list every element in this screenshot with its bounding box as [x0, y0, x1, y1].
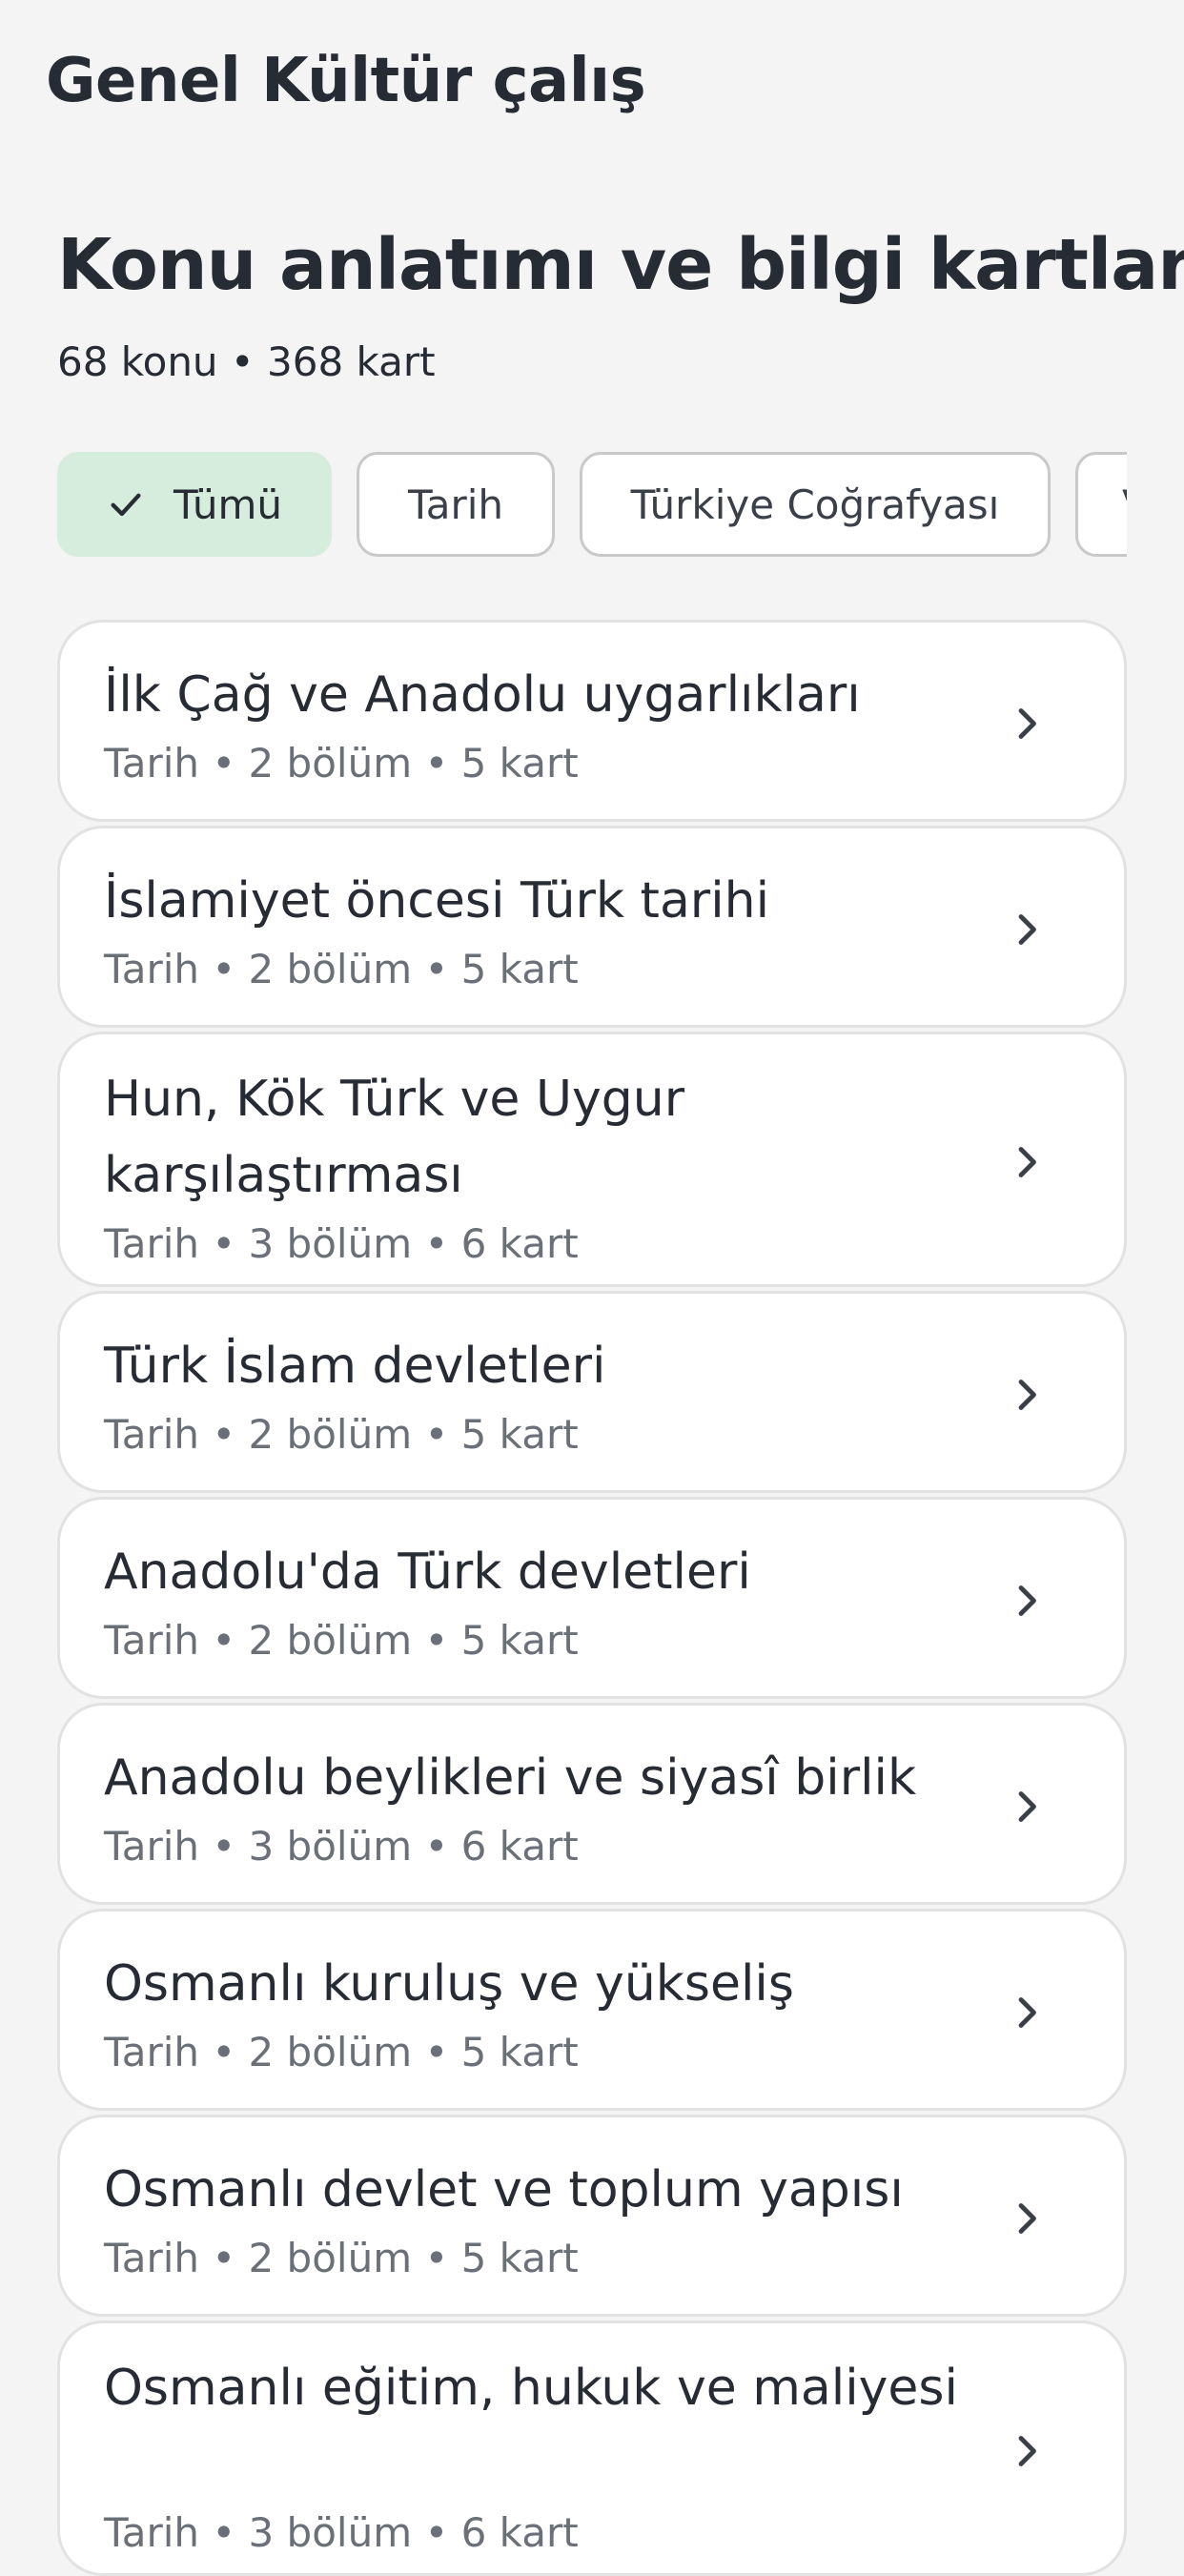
topic-card[interactable]: Osmanlı kuruluş ve yükseliş Tarih • 2 bö…	[57, 1909, 1127, 2111]
page-subtitle: 68 konu • 368 kart	[57, 338, 436, 385]
topic-meta: Tarih • 2 bölüm • 5 kart	[104, 2029, 579, 2075]
topic-meta: Tarih • 2 bölüm • 5 kart	[104, 740, 579, 787]
topic-meta: Tarih • 2 bölüm • 5 kart	[104, 1411, 579, 1458]
topic-meta: Tarih • 3 bölüm • 6 kart	[104, 1220, 579, 1267]
topic-meta: Tarih • 2 bölüm • 5 kart	[104, 946, 579, 992]
filter-chip-label: Tümü	[173, 480, 283, 528]
topic-title: Anadolu'da Türk devletleri	[104, 1544, 751, 1601]
chevron-right-icon	[1018, 1380, 1036, 1410]
topic-card[interactable]: Türk İslam devletleri Tarih • 2 bölüm • …	[57, 1291, 1127, 1493]
filter-chip-label: Tarih	[408, 480, 503, 528]
chevron-right-icon	[1018, 1791, 1036, 1822]
filter-chip-turkiye-cografyasi[interactable]: Türkiye Coğrafyası	[580, 452, 1051, 557]
filter-chip-row: Tümü Tarih Türkiye Coğrafyası V	[57, 452, 1127, 561]
topic-card[interactable]: Osmanlı devlet ve toplum yapısı Tarih • …	[57, 2115, 1127, 2317]
topic-card[interactable]: İlk Çağ ve Anadolu uygarlıkları Tarih • …	[57, 620, 1127, 822]
chevron-right-icon	[1018, 708, 1036, 739]
chevron-right-icon	[1018, 1147, 1036, 1177]
topic-title: Osmanlı devlet ve toplum yapısı	[104, 2161, 904, 2218]
topic-title: İslamiyet öncesi Türk tarihi	[104, 872, 770, 930]
topic-card[interactable]: Anadolu'da Türk devletleri Tarih • 2 böl…	[57, 1497, 1127, 1699]
topic-card[interactable]: İslamiyet öncesi Türk tarihi Tarih • 2 b…	[57, 826, 1127, 1028]
chevron-right-icon	[1018, 1585, 1036, 1616]
topic-title: Anadolu beylikleri ve siyasî birlik	[104, 1749, 917, 1807]
topic-card[interactable]: Osmanlı eğitim, hukuk ve maliyesi Tarih …	[57, 2320, 1127, 2576]
chevron-right-icon	[1018, 2203, 1036, 2234]
chevron-right-icon	[1018, 914, 1036, 945]
topic-card[interactable]: Anadolu beylikleri ve siyasî birlik Tari…	[57, 1703, 1127, 1905]
topic-meta: Tarih • 3 bölüm • 6 kart	[104, 2509, 579, 2556]
filter-chip-partial[interactable]: V	[1075, 452, 1127, 557]
topic-meta: Tarih • 2 bölüm • 5 kart	[104, 1617, 579, 1664]
topic-card[interactable]: Hun, Kök Türk ve Uygur karşılaştırması T…	[57, 1032, 1127, 1287]
filter-chip-label: Türkiye Coğrafyası	[630, 480, 1000, 528]
filter-chip-tarih[interactable]: Tarih	[357, 452, 555, 557]
page-title: Konu anlatımı ve bilgi kartları	[57, 224, 1184, 306]
filter-chip-all[interactable]: Tümü	[57, 452, 332, 557]
topic-title: İlk Çağ ve Anadolu uygarlıkları	[104, 666, 861, 724]
filter-chip-label: V	[1122, 481, 1127, 528]
app-title: Genel Kültür çalış	[46, 46, 646, 116]
chevron-right-icon	[1018, 1997, 1036, 2028]
topic-title: Türk İslam devletleri	[104, 1338, 606, 1395]
topic-title: Osmanlı kuruluş ve yükseliş	[104, 1955, 794, 2013]
chevron-right-icon	[1018, 2436, 1036, 2466]
topic-title: Hun, Kök Türk ve Uygur karşılaştırması	[104, 1071, 685, 1204]
topic-title: Osmanlı eğitim, hukuk ve maliyesi	[104, 2360, 958, 2417]
topic-meta: Tarih • 2 bölüm • 5 kart	[104, 2235, 579, 2281]
check-icon	[111, 493, 141, 517]
topic-meta: Tarih • 3 bölüm • 6 kart	[104, 1823, 579, 1870]
